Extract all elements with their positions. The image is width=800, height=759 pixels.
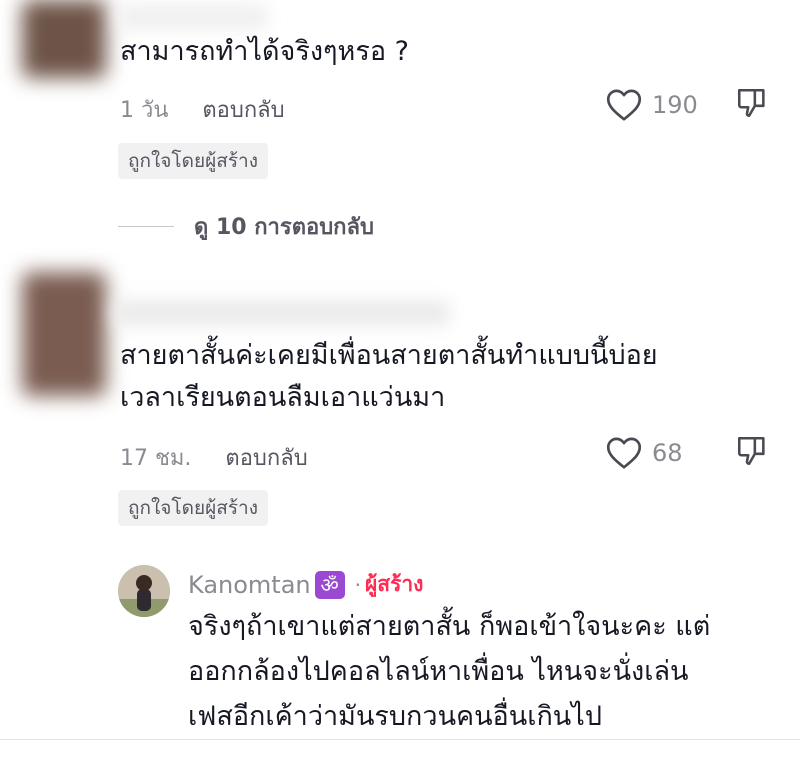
avatar[interactable] — [22, 0, 106, 78]
comment-meta: 1 วัน ตอบกลับ — [120, 92, 285, 127]
comment-meta: 17 ชม. ตอบกลับ — [120, 440, 308, 475]
like-count: 190 — [652, 91, 698, 119]
heart-outline-icon — [606, 437, 642, 469]
separator-dot: · — [354, 572, 361, 597]
liked-by-creator-badge: ถูกใจโดยผู้สร้าง — [118, 490, 268, 526]
dislike-button[interactable] — [735, 434, 769, 472]
reply-header: Kanomtan ॐ · ผู้สร้าง — [188, 568, 423, 601]
like-count: 68 — [652, 439, 683, 467]
username-blurred[interactable] — [114, 300, 450, 326]
comment-text-line-1: สายตาสั้นค่ะเคยมีเพื่อนสายตาสั้นทำแบบนี้… — [120, 340, 658, 371]
view-replies-button[interactable]: ดู 10 การตอบกลับ — [118, 209, 374, 244]
creator-label: ผู้สร้าง — [364, 572, 424, 596]
avatar[interactable] — [22, 272, 106, 396]
avatar-photo — [118, 565, 170, 617]
reply-text-line-3: เฟสอีกเค้าว่ามันรบกวนคนอื่นเกินไป — [188, 701, 602, 732]
om-emoji-icon: ॐ — [314, 570, 345, 599]
username-blurred[interactable] — [118, 4, 268, 30]
divider-line — [118, 226, 174, 227]
like-button[interactable]: 68 — [606, 436, 683, 470]
comment-text: สามารถทำได้จริงๆหรอ ? — [120, 36, 409, 67]
like-button[interactable]: 190 — [606, 88, 698, 122]
dislike-icon — [737, 88, 765, 118]
comment-time: 17 ชม. — [120, 446, 192, 471]
dislike-icon — [737, 436, 765, 466]
heart-outline-icon — [606, 89, 642, 121]
liked-by-creator-badge: ถูกใจโดยผู้สร้าง — [118, 143, 268, 179]
reply-username[interactable]: Kanomtan — [188, 571, 311, 599]
bottom-divider — [0, 739, 800, 740]
reply-button[interactable]: ตอบกลับ — [202, 92, 284, 127]
view-replies-label: ดู 10 การตอบกลับ — [194, 215, 374, 240]
comment-text-line-2: เวลาเรียนตอนลืมเอาแว่นมา — [120, 382, 446, 413]
reply-avatar[interactable] — [118, 565, 170, 617]
reply-text-line-1: จริงๆถ้าเขาแต่สายตาสั้น ก็พอเข้าใจนะคะ แ… — [188, 611, 711, 642]
comment-time: 1 วัน — [120, 98, 169, 123]
reply-button[interactable]: ตอบกลับ — [225, 440, 307, 475]
dislike-button[interactable] — [735, 86, 769, 124]
reply-text-line-2: ออกกล้องไปคอลไลน์หาเพื่อน ไหนจะนั่งเล่น — [188, 656, 689, 687]
